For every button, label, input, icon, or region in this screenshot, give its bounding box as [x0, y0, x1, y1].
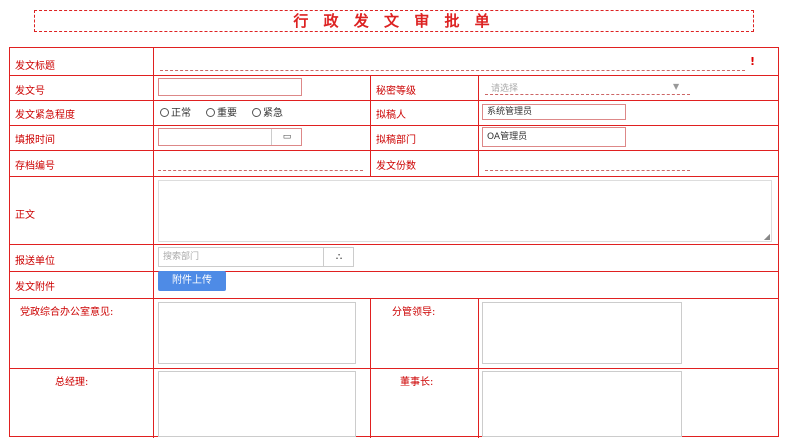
- copies-label: 发文份数: [376, 161, 416, 172]
- draft-dept-label: 拟稿部门: [376, 135, 416, 146]
- subject-label: 发文标题: [15, 61, 55, 72]
- resize-handle-icon[interactable]: ◢: [764, 232, 770, 241]
- chevron-down-icon: ▼: [673, 82, 680, 91]
- column-divider: [370, 75, 371, 150]
- column-divider: [478, 75, 479, 176]
- gm-label: 总经理:: [55, 377, 89, 388]
- fill-time-input[interactable]: ▭: [158, 128, 302, 146]
- row-divider: [10, 75, 778, 76]
- urgency-option-label: 正常: [171, 108, 191, 119]
- secrecy-select[interactable]: 请选择 ▼: [485, 78, 690, 95]
- chairman-label: 董事长:: [400, 377, 434, 388]
- form-title: 行 政 发 文 审 批 单: [293, 12, 495, 30]
- column-divider: [478, 298, 479, 438]
- copies-input[interactable]: [485, 160, 690, 171]
- body-label: 正文: [15, 210, 35, 221]
- row-divider: [10, 298, 778, 299]
- drafter-label: 拟稿人: [376, 110, 406, 121]
- urgency-label: 发文紧急程度: [15, 110, 75, 121]
- secrecy-select-placeholder: 请选择: [491, 84, 519, 94]
- column-divider: [370, 298, 371, 438]
- subject-input[interactable]: [160, 62, 745, 71]
- send-to-input[interactable]: 搜索部门 ⛬: [158, 247, 354, 267]
- row-divider: [10, 100, 778, 101]
- doc-no-input[interactable]: [158, 78, 302, 96]
- urgency-option-urgent[interactable]: 紧急: [252, 104, 283, 119]
- column-divider: [370, 150, 371, 176]
- body-textarea[interactable]: ◢: [158, 180, 772, 242]
- archive-no-input[interactable]: [158, 160, 363, 171]
- calendar-icon[interactable]: ▭: [271, 129, 302, 145]
- urgency-option-normal[interactable]: 正常: [160, 104, 191, 119]
- urgency-option-label: 重要: [217, 108, 237, 119]
- row-divider: [10, 125, 778, 126]
- send-to-label: 报送单位: [15, 256, 55, 267]
- row-divider: [10, 368, 778, 369]
- chairman-textarea[interactable]: [482, 371, 682, 437]
- fill-time-label: 填报时间: [15, 135, 55, 146]
- row-divider: [10, 244, 778, 245]
- send-to-placeholder: 搜索部门: [163, 252, 200, 262]
- urgency-option-label: 紧急: [263, 108, 283, 119]
- org-tree-icon[interactable]: ⛬: [323, 248, 354, 266]
- drafter-input[interactable]: 系统管理员: [482, 104, 626, 120]
- radio-circle: [252, 108, 261, 117]
- column-divider: [153, 48, 154, 438]
- attachment-label: 发文附件: [15, 282, 55, 293]
- leader-label: 分管领导:: [392, 307, 436, 318]
- draft-dept-input[interactable]: OA管理员: [482, 127, 626, 147]
- form-title-box: 行 政 发 文 审 批 单: [34, 10, 754, 32]
- secrecy-label: 秘密等级: [376, 86, 416, 97]
- row-divider: [10, 271, 778, 272]
- gm-textarea[interactable]: [158, 371, 356, 437]
- leader-textarea[interactable]: [482, 302, 682, 364]
- radio-circle: [160, 108, 169, 117]
- doc-no-label: 发文号: [15, 86, 45, 97]
- upload-attachment-button[interactable]: 附件上传: [158, 271, 226, 291]
- archive-no-label: 存档编号: [15, 161, 55, 172]
- required-mark: !: [750, 55, 756, 68]
- row-divider: [10, 150, 778, 151]
- urgency-option-important[interactable]: 重要: [206, 104, 237, 119]
- office-opinion-label: 党政综合办公室意见:: [20, 307, 114, 318]
- row-divider: [10, 176, 778, 177]
- office-opinion-textarea[interactable]: [158, 302, 356, 364]
- radio-circle: [206, 108, 215, 117]
